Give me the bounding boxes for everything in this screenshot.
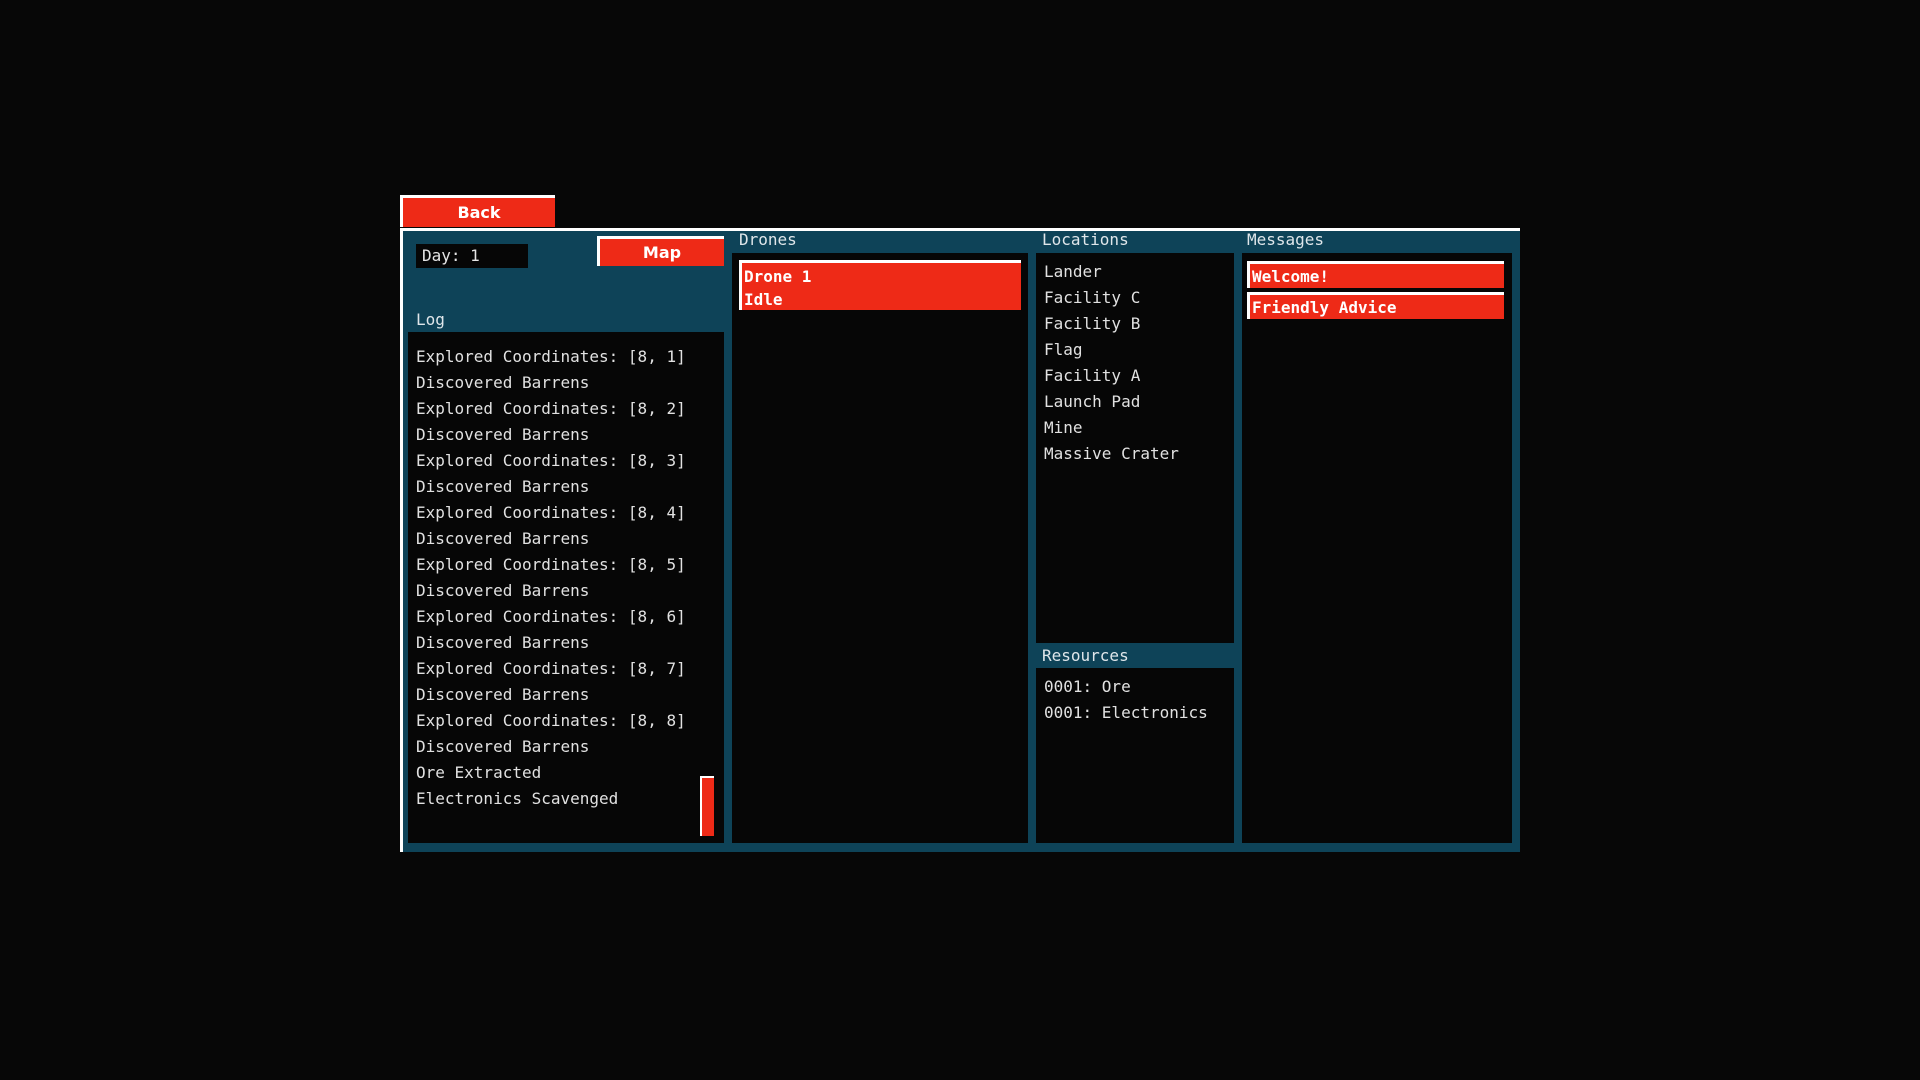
- location-item: Massive Crater: [1044, 444, 1179, 463]
- location-item: Facility C: [1044, 288, 1141, 307]
- location-item: Lander: [1044, 262, 1102, 281]
- log-entry: Discovered Barrens: [416, 633, 590, 652]
- log-entry: Discovered Barrens: [416, 529, 590, 548]
- log-entry: Discovered Barrens: [416, 425, 590, 444]
- resource-item: 0001: Ore: [1044, 677, 1131, 696]
- location-item: Launch Pad: [1044, 392, 1141, 411]
- log-entry: Explored Coordinates: [8, 8]: [416, 711, 686, 730]
- drone-status: Idle: [744, 290, 783, 309]
- log-entry: Explored Coordinates: [8, 4]: [416, 503, 686, 522]
- log-entry: Discovered Barrens: [416, 477, 590, 496]
- messages-panel: Welcome! Friendly Advice: [1242, 253, 1512, 843]
- log-entry: Discovered Barrens: [416, 581, 590, 600]
- location-item: Flag: [1044, 340, 1083, 359]
- drone-card[interactable]: Drone 1 Idle: [739, 260, 1021, 310]
- resources-panel: 0001: Ore 0001: Electronics: [1036, 668, 1234, 843]
- drone-name: Drone 1: [744, 267, 812, 286]
- locations-panel: Lander Facility C Facility B Flag Facility A…: [1036, 253, 1234, 643]
- location-item: Mine: [1044, 418, 1083, 437]
- log-entry: Discovered Barrens: [416, 373, 590, 392]
- log-list: Explored Coordinates: [8, 1] Discovered B…: [416, 344, 686, 812]
- resources-title: Resources: [1042, 646, 1129, 665]
- messages-title: Messages: [1247, 230, 1325, 249]
- log-panel: Explored Coordinates: [8, 1] Discovered B…: [408, 332, 724, 843]
- log-entry: Explored Coordinates: [8, 2]: [416, 399, 686, 418]
- log-entry: Discovered Barrens: [416, 685, 590, 704]
- locations-title: Locations: [1042, 230, 1129, 249]
- message-list: Welcome! Friendly Advice: [1247, 261, 1504, 323]
- map-button[interactable]: Map: [597, 236, 724, 266]
- log-entry: Electronics Scavenged: [416, 789, 619, 808]
- log-entry: Explored Coordinates: [8, 3]: [416, 451, 686, 470]
- day-counter: Day: 1: [416, 244, 528, 268]
- log-entry: Discovered Barrens: [416, 737, 590, 756]
- log-entry: Explored Coordinates: [8, 7]: [416, 659, 686, 678]
- drones-panel: Drone 1 Idle: [732, 253, 1028, 843]
- log-scrollbar-thumb[interactable]: [700, 776, 714, 836]
- log-title: Log: [416, 310, 445, 329]
- back-button[interactable]: Back: [400, 195, 555, 227]
- resource-item: 0001: Electronics: [1044, 703, 1208, 722]
- log-entry: Explored Coordinates: [8, 5]: [416, 555, 686, 574]
- log-entry: Explored Coordinates: [8, 1]: [416, 347, 686, 366]
- message-item[interactable]: Welcome!: [1247, 261, 1504, 288]
- drones-title: Drones: [739, 230, 797, 249]
- resource-list: 0001: Ore 0001: Electronics: [1044, 674, 1208, 726]
- log-entry: Ore Extracted: [416, 763, 542, 782]
- location-list: Lander Facility C Facility B Flag Facility A…: [1044, 259, 1179, 467]
- drone-list: Drone 1 Idle: [739, 260, 1021, 310]
- location-item: Facility A: [1044, 366, 1141, 385]
- message-item[interactable]: Friendly Advice: [1247, 292, 1504, 319]
- log-entry: Explored Coordinates: [8, 6]: [416, 607, 686, 626]
- location-item: Facility B: [1044, 314, 1141, 333]
